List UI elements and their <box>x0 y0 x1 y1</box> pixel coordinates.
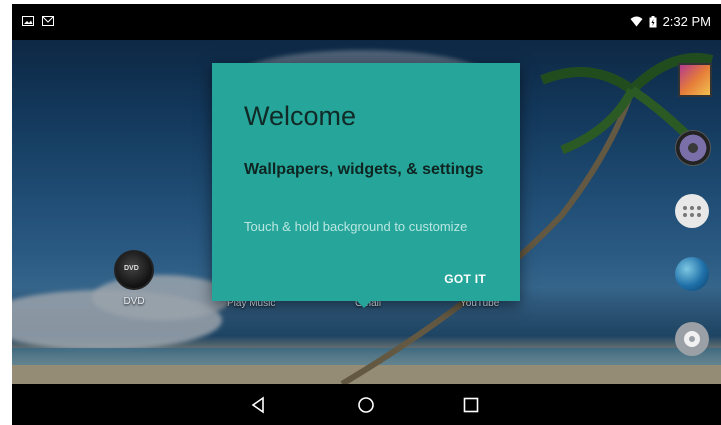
battery-charging-icon <box>649 15 657 27</box>
all-apps-icon <box>675 194 709 228</box>
dialog-subtitle: Wallpapers, widgets, & settings <box>244 161 484 178</box>
gallery-notification-icon <box>22 16 34 26</box>
dock-gallery[interactable] <box>675 60 712 97</box>
settings-icon <box>675 322 709 356</box>
recents-icon[interactable] <box>462 396 480 414</box>
got-it-button[interactable]: GOT IT <box>444 272 486 286</box>
dialog-body: Touch & hold background to customize <box>244 219 468 234</box>
back-icon[interactable] <box>250 396 268 414</box>
dock-all-apps[interactable] <box>675 194 711 230</box>
home-icon[interactable] <box>357 396 375 414</box>
dock-browser[interactable] <box>675 257 711 293</box>
welcome-dialog: Welcome Wallpapers, widgets, & settings … <box>212 63 520 301</box>
dialog-pointer <box>355 299 373 308</box>
status-bar: 2:32 PM <box>12 4 721 40</box>
dock-music[interactable] <box>675 130 711 166</box>
dialog-title: Welcome <box>244 101 357 131</box>
browser-globe-icon <box>675 257 709 291</box>
wifi-icon <box>630 16 643 27</box>
gmail-notification-icon <box>42 16 54 26</box>
music-icon <box>675 130 711 166</box>
gallery-icon <box>678 63 712 97</box>
home-wallpaper[interactable]: DVD DVD Play Music Gmail YouTube Welcome… <box>12 40 721 384</box>
tablet-screen: 2:32 PM DVD DVD Play Music Gmail YouTube <box>12 4 721 425</box>
app-dvd[interactable]: DVD DVD <box>114 250 154 307</box>
dvd-icon: DVD <box>114 250 154 290</box>
navigation-bar <box>12 384 721 425</box>
status-time: 2:32 PM <box>662 14 711 29</box>
app-label: DVD <box>123 296 145 307</box>
dock-settings[interactable] <box>675 322 711 358</box>
